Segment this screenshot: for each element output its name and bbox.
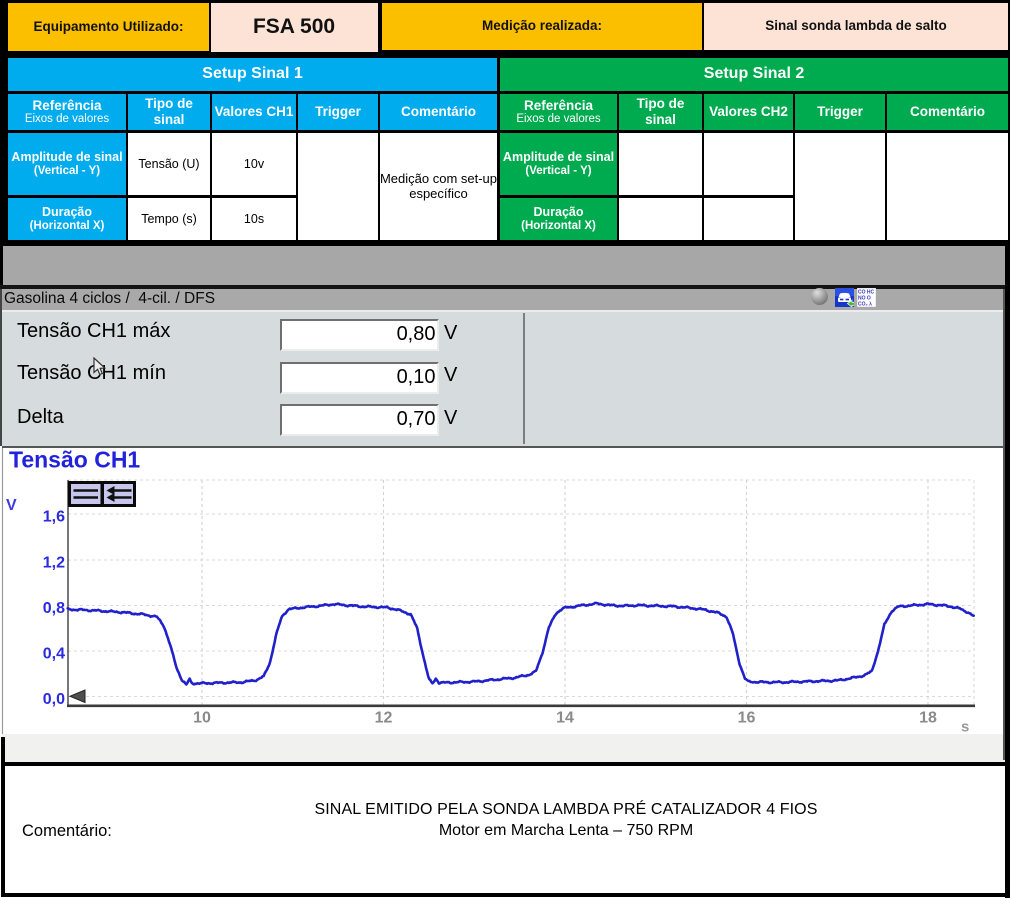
svg-text:Tensão CH1: Tensão CH1 [9, 448, 140, 473]
svg-text:CO₂ λ: CO₂ λ [858, 302, 872, 307]
svg-text:10: 10 [193, 710, 211, 727]
svg-text:14: 14 [556, 710, 574, 727]
svg-text:18: 18 [919, 710, 937, 727]
svg-text:1,6: 1,6 [43, 509, 65, 526]
svg-text:16: 16 [738, 710, 756, 727]
svg-text:0,8: 0,8 [43, 600, 65, 617]
svg-text:V: V [6, 497, 17, 514]
svg-text:12: 12 [375, 710, 393, 727]
svg-text:s: s [961, 719, 969, 736]
svg-text:0,4: 0,4 [43, 646, 65, 663]
svg-text:1,2: 1,2 [43, 555, 65, 572]
svg-text:0,0: 0,0 [43, 691, 65, 708]
